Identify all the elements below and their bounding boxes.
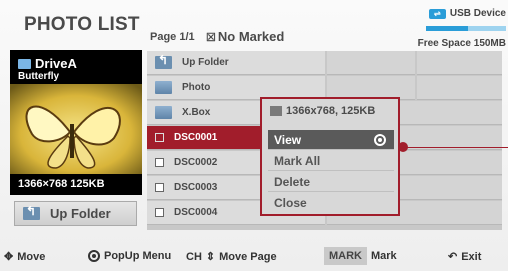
popup-item-label: Close [274,196,307,210]
up-folder-button[interactable]: Up Folder [14,201,137,226]
thumbnail-slot[interactable] [417,76,502,100]
thumbnail-slot[interactable] [327,51,415,75]
popup-item-close[interactable]: Close [268,193,394,213]
hint-mark-label: Mark [371,250,397,262]
popup-info-label: 1366x768, 125KB [286,105,376,117]
popup-connector-dot [398,142,408,152]
popup-item-view[interactable]: View [268,130,394,150]
hint-move-page: CH ⇕ Move Page [186,250,277,264]
up-folder-button-label: Up Folder [50,206,111,221]
hint-popup-menu-label: PopUp Menu [104,250,172,262]
popup-item-label: View [274,133,302,147]
free-space-bar [426,26,506,31]
ch-updown-icon: ⇕ [205,251,216,263]
usb-device-indicator: ⇌ USB Device [428,8,506,19]
popup-item-mark-all[interactable]: Mark All [268,151,394,171]
popup-item-delete[interactable]: Delete [268,172,394,192]
hint-mark: MARK Mark [324,247,397,265]
hint-move-page-label: Move Page [219,250,277,263]
usb-icon: ⇌ [428,8,446,19]
free-space-fill [426,26,468,31]
marked-status-label: No Marked [217,29,285,44]
list-item-label: DSC0004 [174,207,218,218]
image-icon [270,106,282,116]
hint-popup-menu: PopUp Menu [88,250,171,262]
page-indicator: Page 1/1 [150,31,195,43]
popup-item-label: Delete [274,175,311,189]
popup-connector-line [400,147,508,148]
up-folder-icon [23,204,40,220]
checkbox-icon: ☒ [206,32,216,44]
back-icon: ↶ [448,251,458,263]
list-item-label: DSC0001 [174,132,218,143]
footer-hints: ✥ Move PopUp Menu CH ⇕ Move Page MARK Ma… [0,244,508,268]
page-title: PHOTO LIST [24,14,140,35]
hint-ch-label: CH [186,250,202,263]
drive-name: DriveA [35,56,77,71]
preview-resolution: 1366×768 125KB [18,178,105,190]
folder-icon [155,106,172,119]
drive-label: DriveA [18,56,77,71]
hint-exit: ↶ Exit [448,250,482,264]
mark-checkbox[interactable] [155,133,164,142]
free-space-label: Free Space 150MB [417,38,506,49]
list-item-cell[interactable]: Up Folder [147,51,325,75]
hint-move-label: Move [17,250,46,263]
hint-exit-label: Exit [461,250,482,263]
radio-selected-icon [374,134,386,146]
popup-menu: 1366x768, 125KB View Mark All Delete Clo… [260,97,400,216]
drive-icon [18,58,31,69]
usb-device-label: USB Device [449,8,506,19]
mark-checkbox[interactable] [155,183,164,192]
list-item-up-folder[interactable]: Up Folder [147,51,502,75]
popup-item-label: Mark All [274,154,321,168]
butterfly-thumbnail [10,84,142,174]
photo-preview: DriveA Butterfly 1366×768 125KB [10,50,142,195]
marked-status: ☒ No Marked [206,29,284,44]
list-item-label: DSC0002 [174,157,218,168]
preview-filename: Butterfly [18,71,60,82]
mark-checkbox[interactable] [155,158,164,167]
folder-icon [155,81,172,94]
ok-button-icon [88,250,100,262]
thumbnail-slot[interactable] [417,51,502,75]
list-item-label: X.Box [182,107,211,118]
popup-file-info: 1366x768, 125KB [270,105,375,117]
list-item-label: Up Folder [182,57,229,68]
mark-key-icon: MARK [324,247,367,265]
hint-move: ✥ Move [4,250,46,264]
arrows-icon: ✥ [4,251,14,263]
list-item-label: Photo [182,82,211,93]
mark-checkbox[interactable] [155,208,164,217]
up-folder-icon [155,53,172,69]
list-item-label: DSC0003 [174,182,218,193]
